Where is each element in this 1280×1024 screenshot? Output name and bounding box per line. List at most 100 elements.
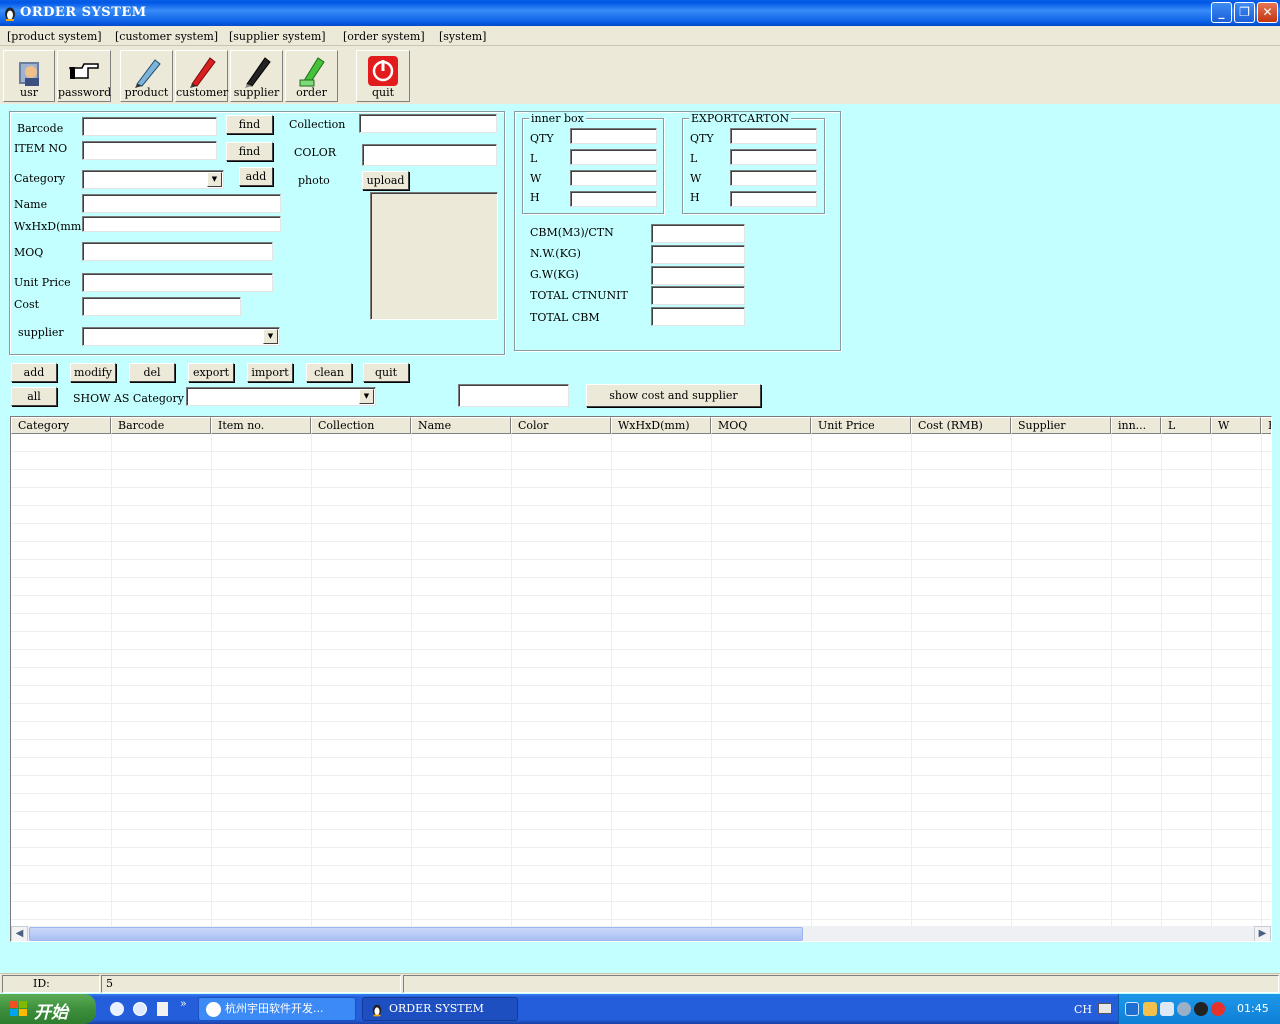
ie-quicklaunch-icon[interactable]	[110, 1002, 124, 1016]
show-cost-supplier-button[interactable]: show cost and supplier	[586, 384, 761, 407]
close-button[interactable]: ✕	[1257, 2, 1278, 23]
taskbar-task-order-system[interactable]: ORDER SYSTEM	[362, 997, 518, 1021]
product-button[interactable]: product	[120, 50, 173, 102]
restore-button[interactable]: ❐	[1234, 2, 1255, 23]
carton-w-input[interactable]	[730, 170, 817, 186]
taskbar-task-browser[interactable]: 杭州宇田软件开发...	[198, 997, 356, 1021]
customer-button[interactable]: customer	[175, 50, 228, 102]
show-as-category-select[interactable]: ▼	[186, 387, 376, 406]
moq-input[interactable]	[82, 242, 273, 261]
col-inner[interactable]: inn...	[1111, 417, 1161, 434]
quit-button[interactable]: quit	[363, 363, 409, 382]
col-collection[interactable]: Collection	[311, 417, 411, 434]
col-dims[interactable]: WxHxD(mm)	[611, 417, 711, 434]
start-button[interactable]: 开始	[0, 994, 96, 1024]
col-unit-price[interactable]: Unit Price	[811, 417, 911, 434]
inner-h-label: H	[530, 191, 540, 204]
inner-l-input[interactable]	[570, 149, 657, 165]
menu-order-system[interactable]: [order system]	[343, 30, 425, 43]
col-barcode[interactable]: Barcode	[111, 417, 211, 434]
supplier-button[interactable]: supplier	[230, 50, 283, 102]
penguin-task-icon	[372, 1004, 382, 1017]
upload-button[interactable]: upload	[362, 171, 409, 190]
nw-input[interactable]	[651, 245, 745, 264]
quicklaunch-overflow-icon[interactable]: »	[180, 997, 187, 1010]
cbm-input[interactable]	[651, 224, 745, 243]
filter-input[interactable]	[458, 384, 569, 407]
category-select[interactable]: ▼	[82, 170, 224, 189]
inner-w-input[interactable]	[570, 170, 657, 186]
col-category[interactable]: Category	[11, 417, 111, 434]
col-w[interactable]: W	[1211, 417, 1261, 434]
dims-input[interactable]	[82, 216, 281, 232]
carton-l-input[interactable]	[730, 149, 817, 165]
find-itemno-button[interactable]: find	[226, 142, 273, 161]
modify-button[interactable]: modify	[70, 363, 116, 382]
scroll-right-arrow[interactable]: ▶	[1254, 926, 1271, 941]
inner-h-input[interactable]	[570, 191, 657, 207]
restore-icon: ❐	[1239, 5, 1250, 19]
menu-supplier-system[interactable]: [supplier system]	[229, 30, 326, 43]
collection-input[interactable]	[359, 114, 497, 133]
horizontal-scrollbar[interactable]: ◀ ▶	[11, 926, 1271, 941]
total-cbm-input[interactable]	[651, 307, 745, 326]
unitprice-input[interactable]	[82, 273, 273, 292]
find-barcode-button[interactable]: find	[226, 115, 273, 134]
show-as-category-label: SHOW AS Category	[73, 392, 184, 405]
product-grid: Category Barcode Item no. Collection Nam…	[10, 416, 1272, 942]
del-button[interactable]: del	[129, 363, 175, 382]
clock[interactable]: 01:45	[1237, 1002, 1269, 1015]
all-button[interactable]: all	[11, 387, 57, 406]
carton-h-input[interactable]	[730, 191, 817, 207]
minimize-button[interactable]: _	[1211, 2, 1232, 23]
col-cost[interactable]: Cost (RMB)	[911, 417, 1011, 434]
scrollbar-thumb[interactable]	[29, 927, 803, 941]
add-button[interactable]: add	[11, 363, 57, 382]
color-input[interactable]	[362, 144, 497, 166]
keyboard-icon[interactable]	[1098, 1003, 1112, 1014]
menu-product-system[interactable]: [product system]	[7, 30, 102, 43]
pen-icon	[134, 59, 161, 88]
volume-icon[interactable]	[1177, 1002, 1191, 1016]
name-input[interactable]	[82, 194, 281, 213]
tray-arrow-icon[interactable]	[1125, 1002, 1139, 1016]
total-ctn-input[interactable]	[651, 286, 745, 305]
taskbar: 开始 » 杭州宇田软件开发... ORDER SYSTEM CH 01:45	[0, 994, 1280, 1024]
shield-icon[interactable]	[1143, 1002, 1157, 1016]
language-indicator[interactable]: CH	[1074, 1003, 1092, 1016]
import-button[interactable]: import	[247, 363, 293, 382]
order-button[interactable]: order	[285, 50, 338, 102]
password-button[interactable]: password	[57, 50, 111, 102]
carton-qty-input[interactable]	[730, 128, 817, 144]
inner-qty-input[interactable]	[570, 128, 657, 144]
messenger-quicklaunch-icon[interactable]	[133, 1002, 147, 1016]
col-supplier[interactable]: Supplier	[1011, 417, 1111, 434]
export-button[interactable]: export	[188, 363, 234, 382]
grid-body[interactable]	[11, 434, 1271, 926]
barcode-input[interactable]	[82, 117, 217, 136]
network-icon[interactable]	[1160, 1002, 1174, 1016]
name-label: Name	[14, 198, 48, 211]
supplier-select[interactable]: ▼	[82, 327, 280, 346]
itemno-input[interactable]	[82, 141, 217, 160]
col-moq[interactable]: MOQ	[711, 417, 811, 434]
col-color[interactable]: Color	[511, 417, 611, 434]
col-name[interactable]: Name	[411, 417, 511, 434]
clean-button[interactable]: clean	[306, 363, 352, 382]
qq-icon[interactable]	[1194, 1002, 1208, 1016]
grid-column-divider	[1161, 434, 1162, 926]
gw-input[interactable]	[651, 266, 745, 285]
col-h[interactable]: H	[1261, 417, 1271, 434]
antivirus-icon[interactable]	[1211, 1002, 1225, 1016]
scroll-left-arrow[interactable]: ◀	[11, 926, 28, 941]
quit-toolbar-button[interactable]: quit	[356, 50, 410, 102]
usr-button[interactable]: usr	[3, 50, 55, 102]
col-l[interactable]: L	[1161, 417, 1211, 434]
menu-customer-system[interactable]: [customer system]	[115, 30, 218, 43]
notepad-quicklaunch-icon[interactable]	[157, 1002, 168, 1016]
chevron-down-icon: ▼	[263, 329, 278, 344]
col-item-no[interactable]: Item no.	[211, 417, 311, 434]
cost-input[interactable]	[82, 297, 241, 316]
add-category-button[interactable]: add	[239, 167, 273, 186]
menu-system[interactable]: [system]	[439, 30, 486, 43]
